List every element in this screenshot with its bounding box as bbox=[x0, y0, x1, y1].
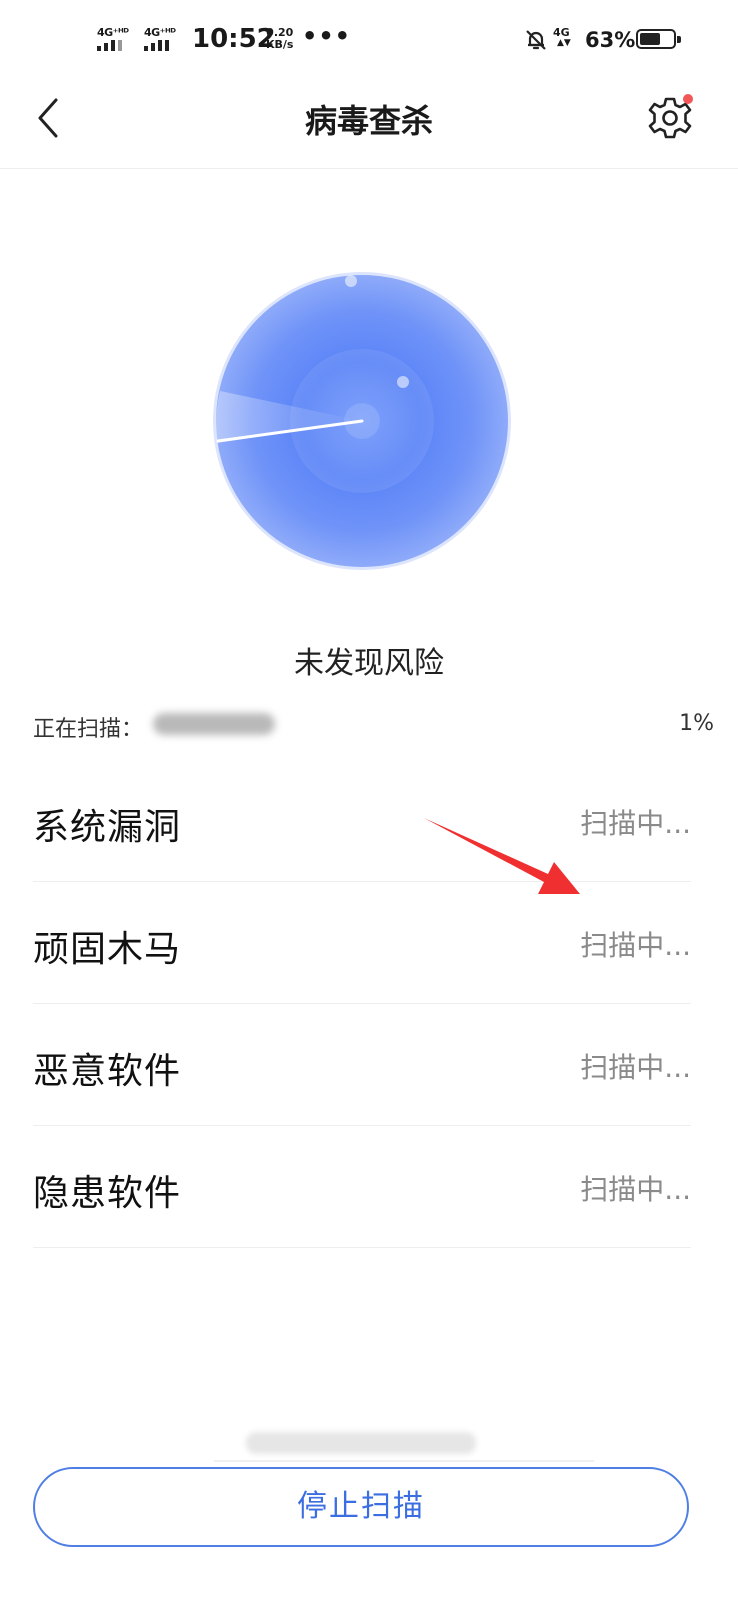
page-title: 病毒查杀 bbox=[304, 102, 433, 140]
list-item: 隐患软件 扫描中... bbox=[33, 1126, 691, 1248]
annotation-arrow-icon bbox=[424, 818, 580, 894]
battery-percent: 63% bbox=[585, 28, 636, 52]
radar-scan-graphic bbox=[213, 272, 511, 570]
check-name: 系统漏洞 bbox=[33, 807, 182, 848]
check-status: 扫描中... bbox=[580, 807, 691, 840]
mobile-data-indicator: 4G ▲▼ bbox=[553, 26, 571, 48]
scan-result-text: 未发现风险 bbox=[294, 646, 444, 681]
check-name: 隐患软件 bbox=[33, 1173, 182, 1214]
bottom-hint-blurred bbox=[246, 1432, 476, 1454]
scan-check-list: 系统漏洞 扫描中... 顽固木马 扫描中... 恶意软件 扫描中... 隐患软件… bbox=[33, 760, 691, 1248]
more-notifications-icon: ••• bbox=[302, 22, 352, 50]
list-item: 系统漏洞 扫描中... bbox=[33, 760, 691, 882]
check-status: 扫描中... bbox=[580, 1173, 691, 1206]
divider bbox=[214, 1460, 594, 1462]
speed-unit: KB/s bbox=[266, 38, 294, 51]
network-speed: 0.20 KB/s bbox=[266, 27, 293, 51]
scanning-label: 正在扫描： bbox=[33, 717, 144, 742]
scanning-progress-row: 正在扫描： 1% bbox=[33, 709, 714, 743]
sim1-label: 4G⁺ᴴᴰ bbox=[97, 26, 129, 39]
notification-dot bbox=[683, 94, 693, 104]
bell-off-icon bbox=[526, 30, 546, 50]
scan-progress-percent: 1% bbox=[679, 711, 714, 736]
check-name: 恶意软件 bbox=[33, 1051, 182, 1092]
sim2-label: 4G⁺ᴴᴰ bbox=[144, 26, 176, 39]
battery-icon bbox=[636, 29, 681, 49]
list-item: 恶意软件 扫描中... bbox=[33, 1004, 691, 1126]
list-item: 顽固木马 扫描中... bbox=[33, 882, 691, 1004]
clock: 10:52 bbox=[192, 24, 275, 54]
stop-scan-button[interactable]: 停止扫描 bbox=[33, 1467, 689, 1547]
status-bar: 4G⁺ᴴᴰ 4G⁺ᴴᴰ 10:52 0.20 KB/s ••• 4G ▲▼ 63… bbox=[0, 0, 738, 80]
app-header: 病毒查杀 bbox=[0, 80, 738, 169]
check-status: 扫描中... bbox=[580, 929, 691, 962]
check-name: 顽固木马 bbox=[33, 929, 182, 970]
scanning-target-blurred bbox=[153, 713, 275, 735]
check-status: 扫描中... bbox=[580, 1051, 691, 1084]
